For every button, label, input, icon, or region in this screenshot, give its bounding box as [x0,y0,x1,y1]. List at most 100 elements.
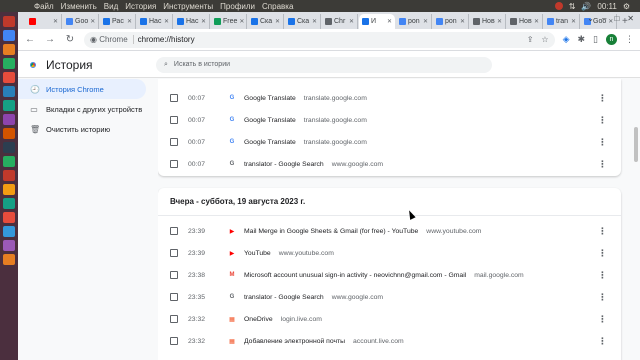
tab-close-icon[interactable]: ✕ [201,18,206,25]
browser-tab[interactable]: Chr ✕ [322,14,358,29]
history-row[interactable]: 00:07 G Google Translate translate.google.c… [158,109,621,131]
row-checkbox[interactable] [170,249,178,257]
page-title-link[interactable]: Google Translate [244,117,296,124]
launcher-app-icon[interactable] [3,184,15,195]
more-actions-icon[interactable]: ⋮ [598,93,607,104]
history-row[interactable]: 00:07 G Google Translate translate.google.c… [158,131,621,153]
menu-tools[interactable]: Инструменты [163,2,213,11]
tab-close-icon[interactable]: ✕ [127,18,132,25]
row-checkbox[interactable] [170,293,178,301]
tab-close-icon[interactable]: ✕ [53,18,58,25]
clock[interactable]: 00:11 [597,2,616,11]
scrollbar[interactable] [634,52,638,360]
browser-tab[interactable]: pon ✕ [396,14,432,29]
tab-close-icon[interactable]: ✕ [460,18,465,25]
close-icon[interactable]: ✕ [627,14,634,23]
notification-icon[interactable] [554,2,563,10]
history-row[interactable]: 00:07 G Google Translate translate.google.c… [158,87,621,109]
browser-tab[interactable]: И ✕ [359,14,395,29]
row-checkbox[interactable] [170,227,178,235]
menu-view[interactable]: Вид [104,2,118,11]
page-title-link[interactable]: OneDrive [244,316,273,323]
row-checkbox[interactable] [170,315,178,323]
more-actions-icon[interactable]: ⋮ [598,137,607,148]
browser-tab[interactable]: pon ✕ [433,14,469,29]
launcher-app-icon[interactable] [3,44,15,55]
menu-edit[interactable]: Изменить [61,2,97,11]
launcher-app-icon[interactable] [3,226,15,237]
tab-close-icon[interactable]: ✕ [534,18,539,25]
tab-close-icon[interactable]: ✕ [312,18,317,25]
launcher-app-icon[interactable] [3,86,15,97]
browser-tab[interactable]: ✕ [26,14,62,29]
launcher-app-icon[interactable] [3,16,15,27]
history-row[interactable]: 23:35 Gtranslator - Google Search www.goog… [158,286,621,308]
browser-tab[interactable]: Ска ✕ [285,14,321,29]
share-icon[interactable]: ⇪ [527,35,534,44]
browser-tab[interactable]: Нов ✕ [507,14,543,29]
menu-profiles[interactable]: Профили [220,2,255,11]
browser-tab[interactable]: Нас ✕ [137,14,173,29]
network-icon[interactable]: ⇅ [569,2,576,11]
row-checkbox[interactable] [170,94,178,102]
launcher-app-icon[interactable] [3,114,15,125]
row-checkbox[interactable] [170,160,178,168]
tab-close-icon[interactable]: ✕ [387,18,392,25]
row-checkbox[interactable] [170,271,178,279]
menu-file[interactable]: Файл [34,2,54,11]
launcher-app-icon[interactable] [3,72,15,83]
tab-close-icon[interactable]: ✕ [275,18,280,25]
browser-tab[interactable]: Free ✕ [211,14,247,29]
more-actions-icon[interactable]: ⋮ [598,336,607,347]
history-row[interactable]: 23:39 ▶ YouTube www.youtube.com ⋮ [158,242,621,264]
launcher-app-icon[interactable] [3,156,15,167]
volume-icon[interactable]: 🔊 [581,2,591,11]
tab-close-icon[interactable]: ✕ [349,18,354,25]
launcher-app-icon[interactable] [3,100,15,111]
menu-kebab-icon[interactable]: ⋮ [625,34,634,45]
tab-close-icon[interactable]: ✕ [90,18,95,25]
tab-close-icon[interactable]: ✕ [571,18,576,25]
address-bar[interactable]: ◉ Chrome chrome://history ⇪ ☆ [84,31,555,48]
page-title-link[interactable]: Добавление электронной почты [244,338,345,345]
page-title-link[interactable]: Google Translate [244,95,296,102]
reload-button[interactable]: ↻ [64,34,76,45]
browser-tab[interactable]: Ска ✕ [248,14,284,29]
bookmark-star-icon[interactable]: ☆ [541,35,548,44]
page-title-link[interactable]: YouTube [244,250,271,257]
more-actions-icon[interactable]: ⋮ [598,226,607,237]
search-input[interactable]: ⌕ Искать в истории [156,56,492,73]
launcher-app-icon[interactable] [3,142,15,153]
scrollbar-thumb[interactable] [634,127,638,162]
browser-tab[interactable]: Goo ✕ [63,14,99,29]
history-row[interactable]: 00:07 Gtranslator - Google Search www.goog… [158,153,621,175]
history-row[interactable]: 23:38 M Microsoft account unusual sign-in … [158,264,621,286]
menu-help[interactable]: Справка [262,2,293,11]
launcher-app-icon[interactable] [3,58,15,69]
more-actions-icon[interactable]: ⋮ [598,292,607,303]
page-title-link[interactable]: Mail Merge in Google Sheets & Gmail (for… [244,228,418,235]
sidebar-item[interactable]: 🕘 История Chrome [18,79,146,99]
row-checkbox[interactable] [170,337,178,345]
launcher-app-icon[interactable] [3,254,15,265]
minimize-icon[interactable]: – [602,14,606,23]
launcher-app-icon[interactable] [3,212,15,223]
sidebar-item[interactable]: ▭ Вкладки с других устройств [18,99,158,119]
more-actions-icon[interactable]: ⋮ [598,270,607,281]
tab-close-icon[interactable]: ✕ [497,18,502,25]
more-actions-icon[interactable]: ⋮ [598,248,607,259]
extensions-puzzle-icon[interactable]: ✱ [578,34,586,45]
row-checkbox[interactable] [170,138,178,146]
browser-tab[interactable]: Нов ✕ [470,14,506,29]
row-checkbox[interactable] [170,116,178,124]
back-button[interactable]: ← [24,34,36,45]
url-text[interactable]: chrome://history [138,35,195,44]
history-row[interactable]: 23:32 ▦ OneDrive login.live.com ⋮ [158,308,621,330]
page-title-link[interactable]: Google Translate [244,139,296,146]
extension-icon[interactable]: ◈ [563,34,570,45]
launcher-app-icon[interactable] [3,240,15,251]
browser-tab[interactable]: tran ✕ [544,14,580,29]
tab-close-icon[interactable]: ✕ [164,18,169,25]
tab-close-icon[interactable]: ✕ [239,18,244,25]
browser-tab[interactable]: Нас ✕ [174,14,210,29]
